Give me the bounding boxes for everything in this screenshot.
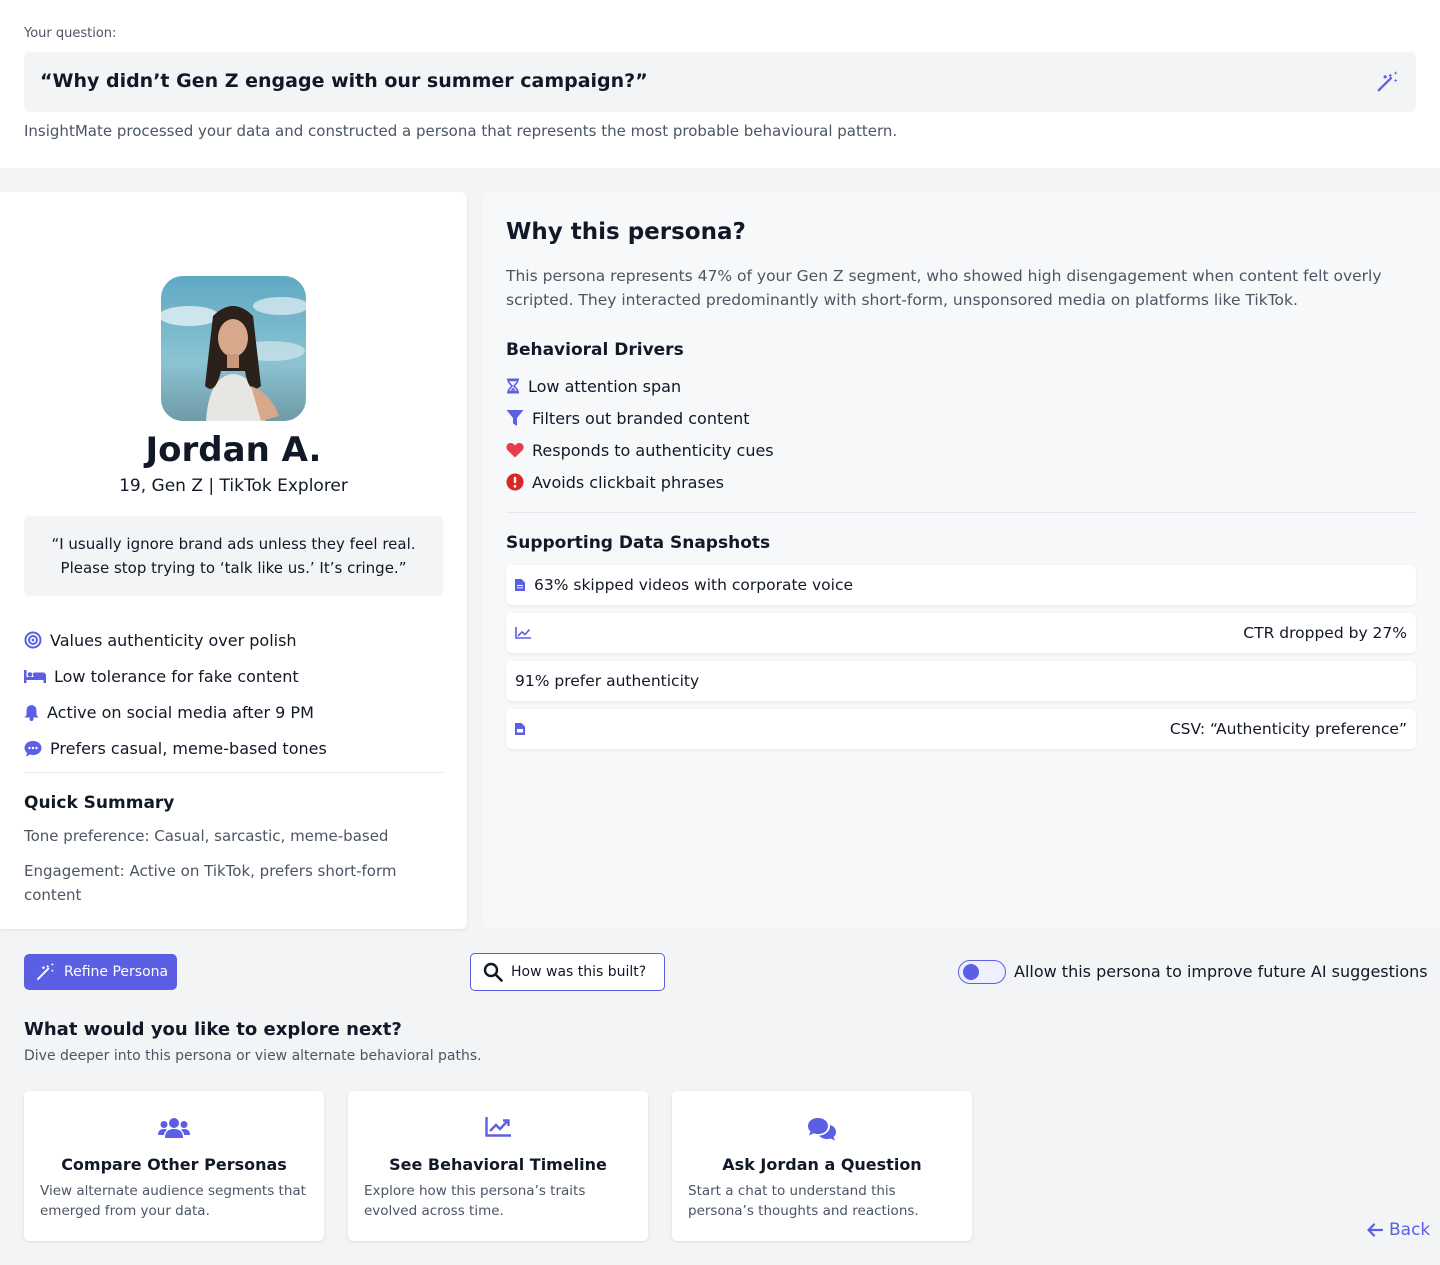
why-body: This persona represents 47% of your Gen …: [506, 267, 1382, 309]
card-description: View alternate audience segments that em…: [40, 1183, 306, 1219]
filter-icon: [506, 410, 524, 426]
persona-quote: “I usually ignore brand ads unless they …: [24, 516, 443, 596]
back-label: Back: [1389, 1220, 1431, 1240]
trait-item: Low tolerance for fake content: [24, 658, 444, 694]
card-description: Start a chat to understand this persona’…: [688, 1183, 919, 1219]
persona-traits: Values authenticity over polish Low tole…: [24, 622, 444, 766]
snapshot-item[interactable]: 63% skipped videos with corporate voice: [506, 565, 1416, 605]
trait-item: Values authenticity over polish: [24, 622, 444, 658]
back-button[interactable]: Back: [1367, 1220, 1430, 1240]
snapshot-item[interactable]: CSV: “Authenticity preference”: [506, 709, 1416, 749]
improve-ai-toggle-label: Allow this persona to improve future AI …: [1014, 962, 1428, 981]
question-section: Your question: “Why didn’t Gen Z engage …: [0, 0, 1440, 168]
snapshot-item[interactable]: 91% prefer authenticity: [506, 661, 1416, 701]
question-text: “Why didn’t Gen Z engage with our summer…: [40, 70, 648, 92]
summary-engagement: Engagement: Active on TikTok, prefers sh…: [24, 862, 397, 904]
chart-line-icon: [515, 627, 531, 639]
snapshot-item[interactable]: CTR dropped by 27%: [506, 613, 1416, 653]
chat-bubble-icon: [24, 740, 42, 756]
how-was-this-built-button[interactable]: How was this built?: [470, 953, 665, 991]
driver-item: Filters out branded content: [506, 402, 774, 434]
refine-persona-label: Refine Persona: [64, 964, 169, 980]
behavioral-timeline-card[interactable]: See Behavioral Timeline Explore how this…: [348, 1091, 648, 1241]
question-box: “Why didn’t Gen Z engage with our summer…: [24, 52, 1416, 112]
quick-summary-title: Quick Summary: [24, 793, 175, 813]
csv-file-icon: [515, 723, 525, 735]
card-title: Compare Other Personas: [61, 1155, 287, 1174]
snapshot-label: CTR dropped by 27%: [1243, 624, 1407, 642]
divider: [506, 512, 1416, 513]
driver-label: Responds to authenticity cues: [532, 440, 774, 460]
toggle-knob: [963, 964, 979, 980]
persona-meta: 19, Gen Z | TikTok Explorer: [119, 476, 348, 496]
driver-item: Responds to authenticity cues: [506, 434, 774, 466]
driver-item: Low attention span: [506, 370, 774, 402]
magic-wand-icon[interactable]: [1374, 69, 1400, 95]
magic-wand-icon: [36, 962, 54, 981]
persona-card: Jordan A. 19, Gen Z | TikTok Explorer “I…: [0, 192, 467, 929]
trait-item: Active on social media after 9 PM: [24, 694, 444, 730]
target-icon: [24, 631, 42, 649]
bell-icon: [24, 704, 39, 721]
search-icon: [483, 962, 503, 982]
question-subtext: InsightMate processed your data and cons…: [24, 122, 898, 140]
card-title: See Behavioral Timeline: [389, 1155, 607, 1174]
why-persona-panel: Why this persona? This persona represent…: [483, 192, 1440, 929]
bed-icon: [24, 670, 46, 683]
users-icon: [158, 1118, 190, 1138]
arrow-left-icon: [1367, 1223, 1383, 1237]
trait-label: Active on social media after 9 PM: [47, 702, 314, 722]
comments-icon: [808, 1118, 836, 1141]
how-was-this-built-label: How was this built?: [511, 964, 647, 980]
explore-title: What would you like to explore next?: [24, 1019, 402, 1040]
ask-jordan-card[interactable]: Ask Jordan a Question Start a chat to un…: [672, 1091, 972, 1241]
document-icon: [515, 579, 525, 591]
improve-ai-toggle[interactable]: [958, 960, 1006, 984]
driver-item: Avoids clickbait phrases: [506, 466, 774, 498]
behavioral-drivers-list: Low attention span Filters out branded c…: [506, 370, 774, 498]
behavioral-drivers-title: Behavioral Drivers: [506, 340, 684, 360]
summary-tone: Tone preference: Casual, sarcastic, meme…: [24, 827, 389, 845]
question-label: Your question:: [24, 26, 117, 41]
chart-line-icon: [485, 1117, 511, 1137]
divider: [24, 772, 443, 773]
trait-label: Low tolerance for fake content: [54, 666, 299, 686]
hourglass-icon: [507, 378, 519, 394]
heart-icon: [506, 442, 524, 458]
trait-label: Prefers casual, meme-based tones: [50, 738, 327, 758]
driver-label: Filters out branded content: [532, 408, 750, 428]
alert-icon: [506, 473, 524, 491]
why-title: Why this persona?: [506, 219, 746, 245]
trait-item: Prefers casual, meme-based tones: [24, 730, 444, 766]
card-description: Explore how this persona’s traits evolve…: [364, 1183, 586, 1219]
card-title: Ask Jordan a Question: [722, 1155, 922, 1174]
explore-subtitle: Dive deeper into this persona or view al…: [24, 1048, 482, 1064]
snapshot-label: 91% prefer authenticity: [515, 672, 700, 690]
persona-name: Jordan A.: [145, 430, 322, 470]
compare-personas-card[interactable]: Compare Other Personas View alternate au…: [24, 1091, 324, 1241]
driver-label: Low attention span: [528, 376, 682, 396]
snapshot-label: CSV: “Authenticity preference”: [1169, 720, 1407, 738]
refine-persona-button[interactable]: Refine Persona: [24, 954, 177, 990]
supporting-data-title: Supporting Data Snapshots: [506, 533, 771, 553]
snapshot-label: 63% skipped videos with corporate voice: [534, 576, 853, 594]
trait-label: Values authenticity over polish: [50, 630, 297, 650]
driver-label: Avoids clickbait phrases: [532, 472, 724, 492]
avatar: [161, 276, 306, 421]
